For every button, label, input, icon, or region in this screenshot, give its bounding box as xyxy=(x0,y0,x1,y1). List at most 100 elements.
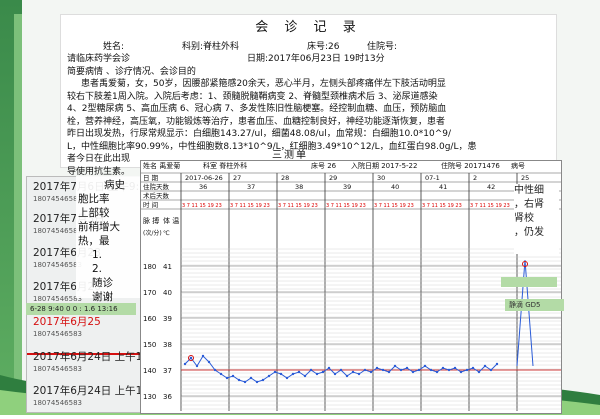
call-entry[interactable]: 2017年6月24日 上午10 18074546583 xyxy=(33,383,149,407)
date-label: 2017-06-26 xyxy=(185,174,223,182)
call-entry[interactable]: 2017年6月24日 上午10 18074546583 xyxy=(33,349,149,373)
row-label: 住院天数 xyxy=(143,182,170,191)
section-heading: 简要病情 、诊疗情况、会诊目的 xyxy=(67,66,196,77)
temp-unit: ℃ xyxy=(163,230,170,237)
temperature-point xyxy=(297,370,301,374)
temperature-point xyxy=(447,368,451,372)
temperature-point xyxy=(225,376,229,380)
pulse-tick: 170 xyxy=(143,289,156,297)
pulse-tick: 150 xyxy=(143,341,156,349)
pulse-tick: 160 xyxy=(143,315,156,323)
time-marks: 3 7 11 15 19 23 xyxy=(470,203,510,209)
temperature-point xyxy=(231,374,235,378)
chart-title: 三测单 xyxy=(272,150,308,161)
temperature-point xyxy=(375,366,379,370)
time-marks: 3 7 11 15 19 23 xyxy=(422,203,462,209)
temperature-point xyxy=(201,354,205,358)
body-line: 4、2型糖尿病 5、高血压病 6、冠心病 7、多发性陈旧性脑梗塞。经控制血糖、血… xyxy=(67,104,447,114)
temperature-point xyxy=(315,372,319,376)
time-marks: 3 7 11 15 19 23 xyxy=(230,203,270,209)
temperature-point xyxy=(363,368,367,372)
hosp-day: 42 xyxy=(487,183,495,191)
chart-note-box xyxy=(501,277,557,287)
date-label: 30 xyxy=(377,174,385,182)
row-label: 日 期 xyxy=(143,174,159,182)
temp-tick: 37 xyxy=(163,367,172,375)
time-marks: 3 7 11 15 19 23 xyxy=(326,203,366,209)
row-label: 时 间 xyxy=(143,200,158,209)
temperature-point xyxy=(327,366,331,370)
pulse-tick: 180 xyxy=(143,263,156,271)
date-label: 28 xyxy=(281,174,289,182)
right-bubble[interactable]: 静滴 GD5 xyxy=(505,299,564,311)
time-marks: 3 7 11 15 19 23 xyxy=(182,203,222,209)
temperature-point xyxy=(381,368,385,372)
body-line: 患者禹爱菊，女，50岁，因腰部紧箍感20余天，恶心半月，左侧头部疼痛伴左下肢活动… xyxy=(81,79,446,89)
message-bubble[interactable]: 6-28 9:40 0 0 : 1.6 13:16 xyxy=(26,303,136,315)
request-line: 请临床药学会诊 xyxy=(67,54,131,64)
temperature-point xyxy=(339,368,343,372)
chart-grid: 日 期住院天数术后天数时 间 2017-06-26 27 28 29 30 07-1 2 25 3… xyxy=(141,172,561,411)
temperature-point xyxy=(471,366,475,370)
temperature-point xyxy=(255,380,259,384)
temp-tick: 38 xyxy=(163,341,172,349)
temperature-point xyxy=(291,372,295,376)
temperature-point xyxy=(489,368,493,372)
temperature-point xyxy=(477,370,481,374)
pulse-tick: 130 xyxy=(143,393,156,401)
temperature-point xyxy=(243,380,247,384)
right-partial-text: 中性细 ，右肾 肾校 ，仍发 xyxy=(514,184,559,254)
slide-side-accent xyxy=(14,14,22,404)
hosp-day: 38 xyxy=(295,183,303,191)
date-label: 27 xyxy=(233,174,241,182)
pulse-label: 脉 搏 xyxy=(143,216,159,225)
temperature-point xyxy=(429,368,433,372)
hosp-day: 37 xyxy=(247,183,255,191)
temperature-point xyxy=(195,364,199,368)
temp-tick: 41 xyxy=(163,263,172,271)
temperature-point xyxy=(219,372,223,376)
temperature-point xyxy=(345,374,349,378)
temperature-point xyxy=(279,372,283,376)
temperature-point xyxy=(411,370,415,374)
date-label: 29 xyxy=(329,174,337,182)
temperature-point xyxy=(435,370,439,374)
temperature-point xyxy=(387,370,391,374)
temperature-point xyxy=(273,370,277,374)
hosp-day: 41 xyxy=(439,183,447,191)
body-line: 栓，营养神经，高压氧，功能锻炼等治疗，患者血压、血糖控制良好，神经功能逐渐恢复，… xyxy=(67,116,446,127)
temperature-point xyxy=(303,374,307,378)
temperature-point xyxy=(285,376,289,380)
temperature-point xyxy=(207,360,211,364)
temp-tick: 39 xyxy=(163,315,172,323)
record-header: 姓名: 科别:脊柱外科 床号:26 住院号: xyxy=(67,41,552,53)
temperature-point xyxy=(183,362,187,366)
temperature-point xyxy=(405,366,409,370)
call-entry[interactable]: 2017年6月25 18074546583 xyxy=(33,314,101,338)
date-label: 25 xyxy=(521,174,529,182)
body-line: 昨日出现发热，行尿常规显示：白细胞143.27/ul，细菌48.08/ul，血常… xyxy=(67,129,452,139)
date-line: 日期:2017年06月23日 19时13分 xyxy=(247,54,385,64)
temperature-point xyxy=(459,370,463,374)
temperature-point xyxy=(465,368,469,372)
temperature-point xyxy=(267,374,271,378)
hosp-day: 39 xyxy=(343,183,351,191)
hosp-day: 40 xyxy=(391,183,399,191)
temperature-point xyxy=(483,364,487,368)
time-marks: 3 7 11 15 19 23 xyxy=(374,203,414,209)
record-title: 会 诊 记 录 xyxy=(255,20,362,35)
body-line: 较右下肢差1周入院。入院后考虑：1、颈髓脱髓鞘病变 2、脊髓型颈椎病术后 3、泌… xyxy=(67,91,438,102)
consultation-record: 会 诊 记 录 姓名: 科别:脊柱外科 床号:26 住院号: 请临床药学会诊 日… xyxy=(60,14,557,177)
temperature-point xyxy=(237,378,241,382)
temp-label: 体 温 xyxy=(163,216,179,225)
temperature-point xyxy=(399,368,403,372)
temperature-point xyxy=(309,368,313,372)
temperature-point xyxy=(351,370,355,374)
temperature-point xyxy=(453,366,457,370)
temperature-point xyxy=(369,370,373,374)
temperature-chart: 姓名 禹爱菊 科室 脊柱外科 床号 26 入院日期 2017-5-22 住院号 … xyxy=(140,160,562,414)
date-label: 07-1 xyxy=(425,174,440,182)
temperature-point xyxy=(333,372,337,376)
pulse-tick: 140 xyxy=(143,367,156,375)
temperature-point xyxy=(417,368,421,372)
